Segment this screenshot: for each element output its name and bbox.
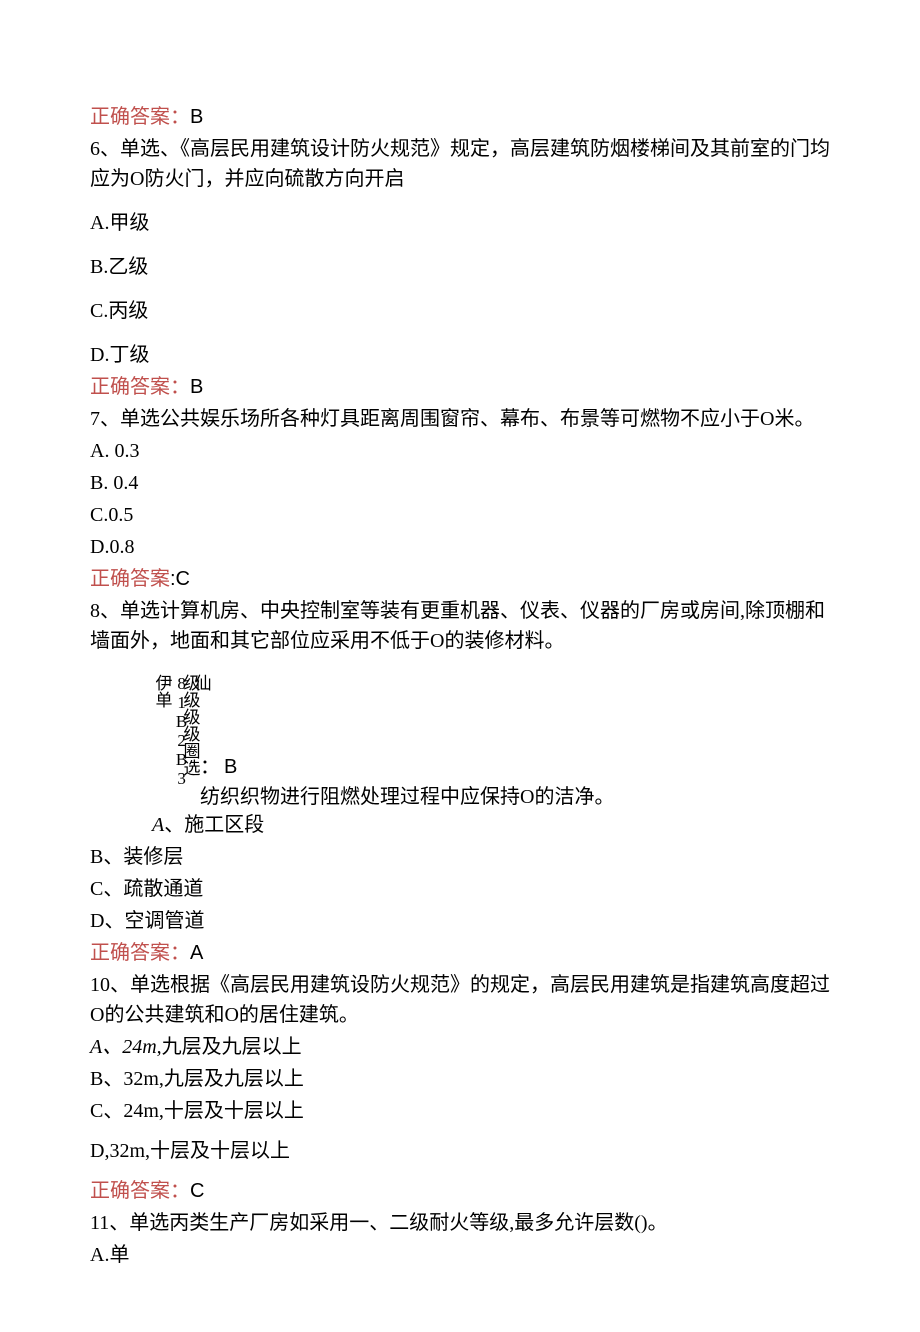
q5-answer-line: 正确答案：B xyxy=(90,102,830,132)
q9-opt-b: B、装修层 xyxy=(90,842,830,872)
q8-tail: ：B 纺织织物进行阻燃处理过程中应保持O的洁净。 xyxy=(200,752,614,812)
q9-a-prefix: A xyxy=(152,814,164,836)
q10-opt-a: A、24m,九层及九层以上 xyxy=(90,1032,830,1062)
q7-opt-c: C.0.5 xyxy=(90,500,830,530)
q9-stem-tail: 纺织织物进行阻燃处理过程中应保持O的洁净。 xyxy=(200,782,614,812)
q10-stem: 10、单选根据《高层民用建筑设防火规范》的规定，高层民用建筑是指建筑高度超过O的… xyxy=(90,970,830,1030)
q6-opt-d: D.丁级 xyxy=(90,340,830,370)
q10-opt-d: D,32m,十层及十层以上 xyxy=(90,1136,830,1166)
q9-answer-line: 正确答案：A xyxy=(90,938,830,968)
q9-opt-d: D、空调管道 xyxy=(90,906,830,936)
q10-opt-c: C、24m,十层及十层以上 xyxy=(90,1096,830,1126)
q6-opt-c: C.丙级 xyxy=(90,296,830,326)
q10-a-prefix: A xyxy=(90,1036,102,1058)
q8-vert-right: 级级级级圈选 xyxy=(180,674,200,776)
q10-answer: C xyxy=(190,1180,204,1202)
q9-opt-c: C、疏散通道 xyxy=(90,874,830,904)
q9-a-text: 、施工区段 xyxy=(164,814,264,836)
q10-answer-line: 正确答案：C xyxy=(90,1176,830,1206)
q7-opt-d: D.0.8 xyxy=(90,532,830,562)
q6-answer-line: 正确答案：B xyxy=(90,372,830,402)
q10-a-mid: 、24m, xyxy=(102,1036,161,1058)
answer-label: 正确答案： xyxy=(90,106,190,128)
document-page: 正确答案：B 6、单选、《高层民用建筑设计防火规范》规定，高层建筑防烟楼梯间及其… xyxy=(0,0,920,1332)
q6-stem: 6、单选、《高层民用建筑设计防火规范》规定，高层建筑防烟楼梯间及其前室的门均应为… xyxy=(90,134,830,194)
answer-label: 正确答案： xyxy=(90,376,190,398)
q8-vertical-block: 仙81B2B3伊单 级级级级圈选 ：B 纺织织物进行阻燃处理过程中应保持O的洁净… xyxy=(90,674,830,804)
q7-answer-line: 正确答案:C xyxy=(90,564,830,594)
q7-stem: 7、单选公共娱乐场所各种灯具距离周围窗帘、幕布、布景等可燃物不应小于O米。 xyxy=(90,404,830,434)
q7-opt-a: A. 0.3 xyxy=(90,436,830,466)
q11-opt-a: A.单 xyxy=(90,1240,830,1270)
q8-stem: 8、单选计算机房、中央控制室等装有更重机器、仪表、仪器的厂房或房间,除顶棚和墙面… xyxy=(90,596,830,656)
q6-opt-b: B.乙级 xyxy=(90,252,830,282)
answer-label: 正确答案 xyxy=(90,568,170,590)
q8-answer-inline: ：B xyxy=(200,752,614,782)
answer-label: 正确答案： xyxy=(90,1180,190,1202)
q9-answer: A xyxy=(190,942,203,964)
q7-opt-b: B. 0.4 xyxy=(90,468,830,498)
q6-answer: B xyxy=(190,376,203,398)
q9-opt-a: A、施工区段 xyxy=(152,810,830,840)
answer-label: 正确答案： xyxy=(90,942,190,964)
q10-a-tail: 九层及九层以上 xyxy=(162,1036,302,1058)
q11-stem: 11、单选丙类生产厂房如采用一、二级耐火等级,最多允许层数()。 xyxy=(90,1208,830,1238)
q10-opt-b: B、32m,九层及九层以上 xyxy=(90,1064,830,1094)
q5-answer: B xyxy=(190,106,203,128)
q7-answer: :C xyxy=(170,568,190,590)
q6-opt-a: A.甲级 xyxy=(90,208,830,238)
